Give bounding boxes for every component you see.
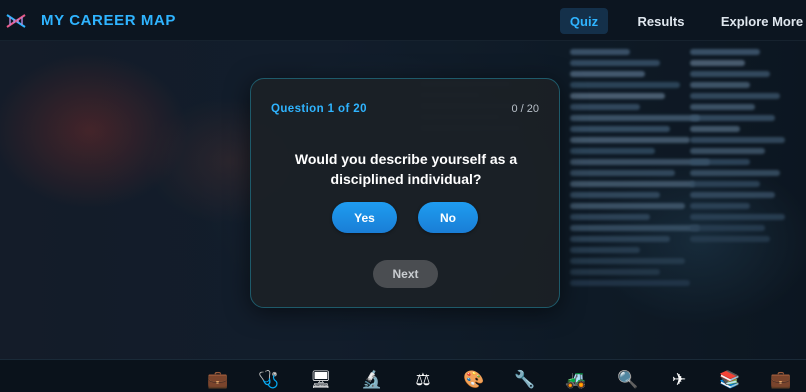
scales-icon[interactable]: ⚖: [412, 369, 434, 391]
stethoscope-icon[interactable]: 🩺: [258, 369, 280, 391]
quiz-card: Question 1 of 20 0 / 20 Would you descri…: [250, 78, 560, 308]
palette-icon[interactable]: 🎨: [463, 369, 485, 391]
no-button[interactable]: No: [418, 202, 478, 233]
briefcase-icon[interactable]: 💼: [770, 369, 792, 391]
nav-explore-more[interactable]: Explore More: [718, 8, 806, 34]
question-counter: Question 1 of 20: [271, 103, 367, 115]
career-icon-bar: 💼 🩺 🖥 🔬 ⚖ 🎨 🔧 🚜 🔍 ✈ 📚 💼: [0, 359, 806, 392]
brand-title[interactable]: MY CAREER MAP: [41, 12, 176, 29]
question-text: Would you describe yourself as a discipl…: [294, 151, 518, 187]
microscope-icon[interactable]: 🔬: [361, 369, 383, 391]
magnifier-icon[interactable]: 🔍: [617, 369, 639, 391]
dna-icon[interactable]: [5, 10, 27, 32]
wrench-icon[interactable]: 🔧: [514, 369, 536, 391]
yes-button[interactable]: Yes: [332, 202, 397, 233]
briefcase-icon[interactable]: 💼: [207, 369, 229, 391]
progress-count: 0 / 20: [511, 103, 539, 115]
next-button[interactable]: Next: [373, 260, 438, 288]
computer-icon[interactable]: 🖥: [310, 369, 332, 391]
nav-quiz[interactable]: Quiz: [560, 8, 608, 34]
books-icon[interactable]: 📚: [719, 369, 741, 391]
airplane-icon[interactable]: ✈: [668, 369, 690, 391]
top-nav-bar: MY CAREER MAP Quiz Results Explore More: [0, 0, 806, 41]
tractor-icon[interactable]: 🚜: [565, 369, 587, 391]
nav-results[interactable]: Results: [632, 8, 690, 34]
